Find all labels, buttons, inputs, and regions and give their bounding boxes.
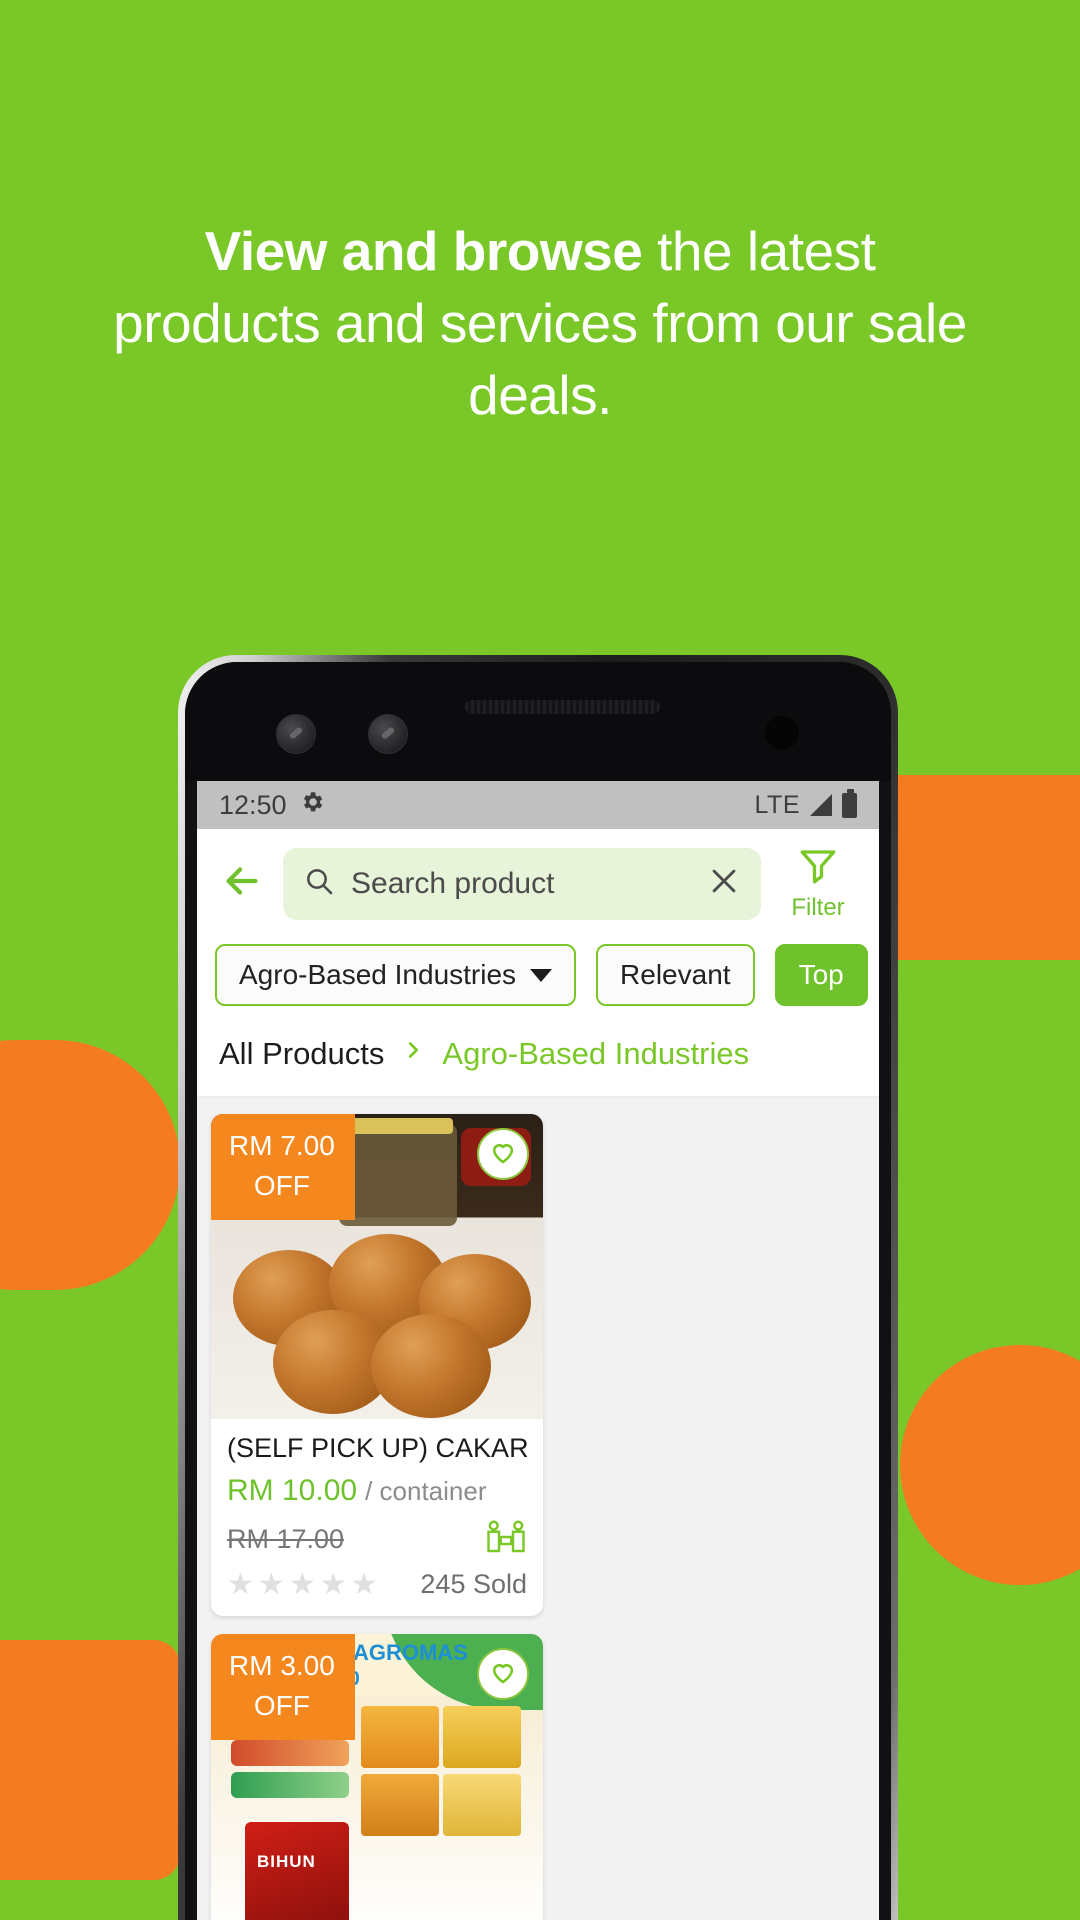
- phone-mockup: 12:50 LTE Search product Filter Agro-Bas…: [178, 655, 898, 1920]
- gear-icon: [299, 789, 325, 822]
- filter-label: Filter: [791, 894, 845, 921]
- discount-badge: RM 3.00 OFF: [211, 1634, 355, 1740]
- front-camera-secondary-icon: [368, 714, 408, 754]
- close-x-icon[interactable]: [707, 864, 741, 903]
- product-grid-container: RM 7.00 OFF (SELF PICK UP) CAKAR ... RM …: [197, 1098, 879, 1920]
- breadcrumb-current: Agro-Based Industries: [442, 1036, 750, 1071]
- chevron-right-icon: [402, 1036, 424, 1072]
- search-placeholder: Search product: [351, 866, 555, 900]
- phone-frame: 12:50 LTE Search product Filter Agro-Bas…: [178, 655, 898, 1920]
- earpiece-speaker: [465, 700, 660, 714]
- chip-category-label: Agro-Based Industries: [239, 959, 517, 990]
- product-grid: RM 7.00 OFF (SELF PICK UP) CAKAR ... RM …: [211, 1114, 865, 1920]
- decor-shape-left-bottom: [0, 1640, 180, 1880]
- chip-category[interactable]: Agro-Based Industries: [215, 944, 577, 1006]
- search-input[interactable]: Search product: [283, 847, 761, 920]
- artwork-card2-bag-text: BIHUN: [257, 1852, 316, 1871]
- decor-shape-left-mid: [0, 1040, 180, 1290]
- product-info: (SELF PICK UP) CAKAR ... RM 10.00 / cont…: [211, 1419, 543, 1616]
- promo-headline: View and browse the latest products and …: [0, 215, 1080, 431]
- product-price-row: RM 10.00 / container: [227, 1474, 527, 1508]
- discount-suffix: OFF: [253, 1170, 310, 1201]
- product-title: (SELF PICK UP) CAKAR ...: [227, 1433, 527, 1463]
- chip-relevant[interactable]: Relevant: [596, 944, 755, 1006]
- back-button[interactable]: [215, 857, 269, 911]
- filter-chip-row: Agro-Based Industries Relevant Top: [197, 936, 879, 1026]
- magnifier-icon: [303, 865, 335, 902]
- arrow-left-icon: [219, 858, 265, 909]
- self-pickup-icon: [485, 1516, 527, 1563]
- filter-button[interactable]: Filter: [775, 845, 861, 922]
- search-header: Search product Filter: [197, 829, 879, 936]
- breadcrumb-root[interactable]: All Products: [219, 1036, 384, 1072]
- front-camera-icon: [276, 714, 316, 754]
- product-price: RM 10.00: [227, 1474, 358, 1507]
- promo-headline-bold: View and browse: [204, 220, 643, 282]
- signal-bars-icon: [810, 794, 832, 816]
- product-old-price: RM 17.00: [227, 1524, 345, 1554]
- product-sold-count: 245 Sold: [420, 1569, 527, 1599]
- favorite-button[interactable]: [477, 1648, 529, 1700]
- discount-amount: RM 7.00: [229, 1130, 335, 1161]
- battery-full-icon: [842, 788, 857, 818]
- product-image: RM 7.00 OFF: [211, 1114, 543, 1419]
- product-image: RODUK AGROMAS RM 10.00 BIHUN RM 3.00: [211, 1634, 543, 1920]
- favorite-button[interactable]: [477, 1128, 529, 1180]
- funnel-icon: [797, 845, 839, 892]
- status-bar: 12:50 LTE: [197, 781, 879, 829]
- decor-shape-right-bottom: [900, 1345, 1080, 1585]
- chip-relevant-label: Relevant: [620, 959, 731, 990]
- product-footer: ★ ★ ★ ★ ★ 245 Sold: [227, 1569, 527, 1600]
- chip-top[interactable]: Top: [774, 944, 868, 1006]
- network-type-label: LTE: [754, 790, 800, 819]
- discount-suffix: OFF: [253, 1690, 310, 1721]
- phone-screen: 12:50 LTE Search product Filter Agro-Bas…: [197, 781, 879, 1920]
- product-old-price-row: RM 17.00: [227, 1516, 527, 1563]
- heart-outline-icon: [488, 1137, 518, 1172]
- phone-top-bezel: [185, 662, 891, 781]
- status-bar-right: LTE: [754, 788, 857, 820]
- product-card[interactable]: RODUK AGROMAS RM 10.00 BIHUN RM 3.00: [211, 1634, 543, 1920]
- phone-body: 12:50 LTE Search product Filter Agro-Bas…: [185, 662, 891, 1920]
- status-time: 12:50: [219, 789, 287, 820]
- discount-badge: RM 7.00 OFF: [211, 1114, 355, 1220]
- breadcrumb: All Products Agro-Based Industries: [197, 1026, 879, 1098]
- chevron-down-icon: [530, 968, 553, 982]
- product-unit: / container: [365, 1476, 487, 1506]
- chip-top-label: Top: [798, 959, 844, 990]
- rating-stars: ★ ★ ★ ★ ★: [227, 1567, 378, 1601]
- proximity-sensor-icon: [765, 716, 799, 750]
- discount-amount: RM 3.00: [229, 1650, 335, 1681]
- product-card[interactable]: RM 7.00 OFF (SELF PICK UP) CAKAR ... RM …: [211, 1114, 543, 1616]
- heart-outline-icon: [488, 1657, 518, 1692]
